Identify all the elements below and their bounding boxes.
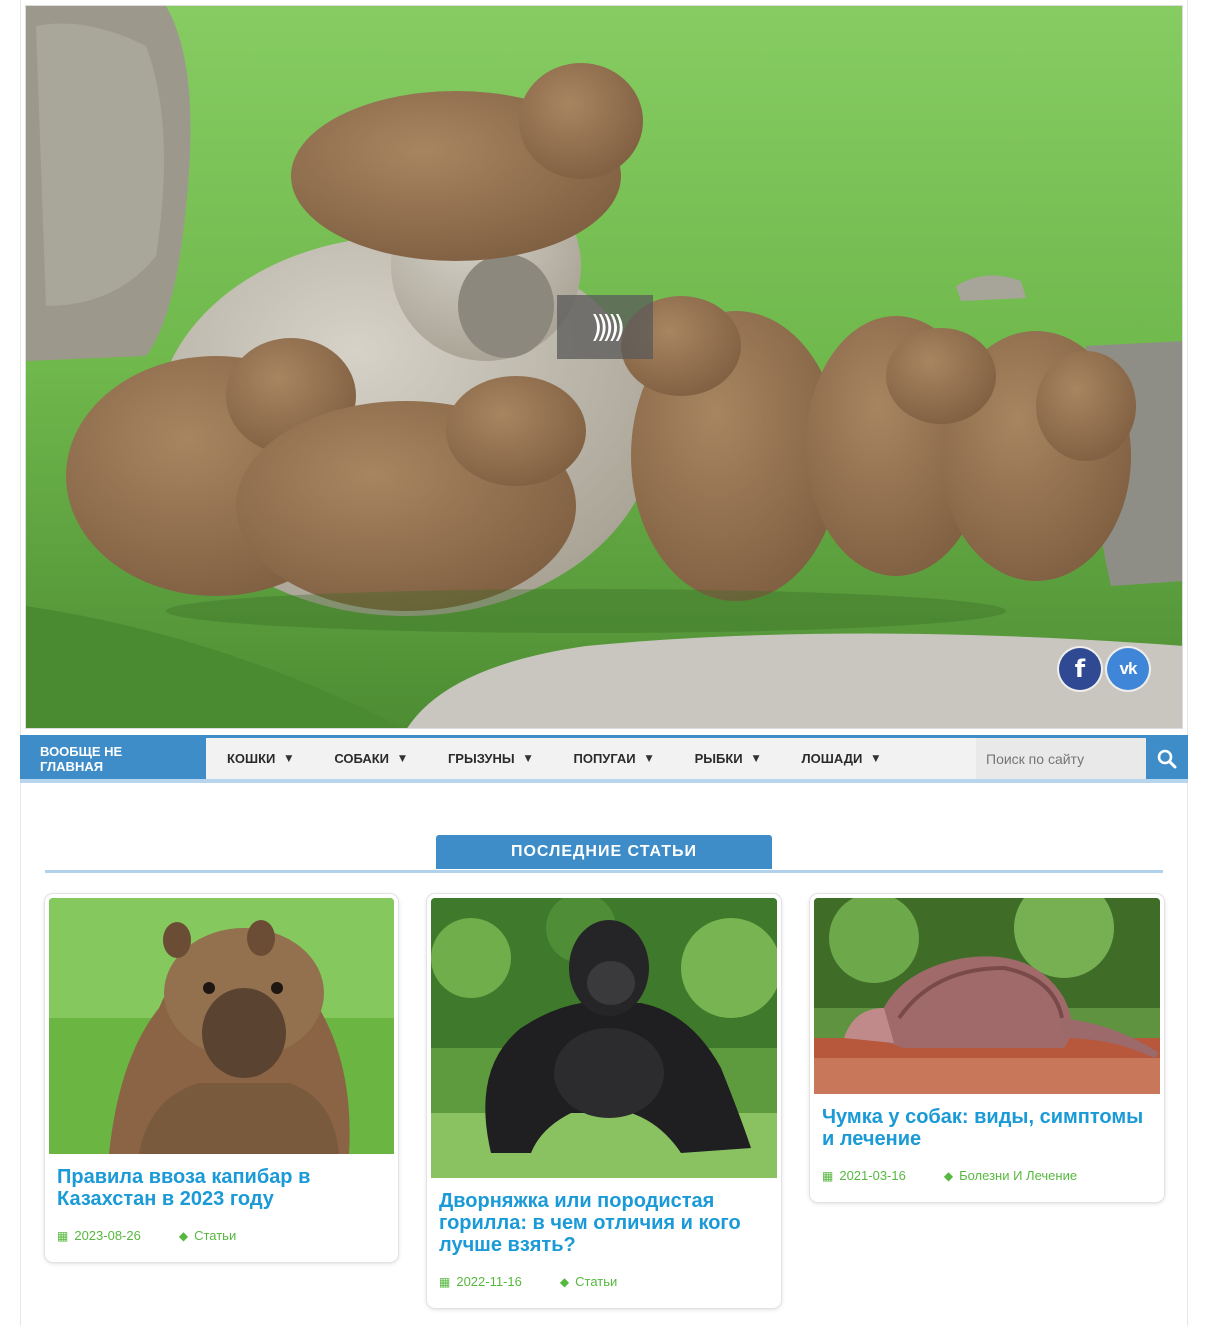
vk-share-button[interactable]: vk bbox=[1107, 648, 1149, 690]
article-date: ▦ 2021-03-16 bbox=[822, 1168, 906, 1183]
hero-play-button[interactable]: ))))) bbox=[557, 295, 653, 359]
article-card[interactable]: Чумка у собак: виды, симптомы и лечение … bbox=[810, 894, 1164, 1202]
article-card[interactable]: Правила ввоза капибар в Казахстан в 2023… bbox=[45, 894, 398, 1262]
nav-item-parrots[interactable]: Попугаи ▼ bbox=[552, 738, 673, 779]
article-title-link[interactable]: Чумка у собак: виды, симптомы и лечение bbox=[814, 1094, 1160, 1150]
nav-item-label: Грызуны bbox=[447, 751, 515, 766]
section-title: Последние статьи bbox=[436, 835, 772, 869]
armadillo-photo[interactable] bbox=[814, 898, 1160, 1094]
category-text[interactable]: Статьи bbox=[575, 1274, 617, 1289]
article-meta: ▦ 2023-08-26 ◆ Статьи bbox=[49, 1228, 244, 1243]
vk-icon: vk bbox=[1119, 659, 1138, 678]
nav-item-rodents[interactable]: Грызуны ▼ bbox=[427, 738, 553, 779]
nav-item-label: Лошади bbox=[801, 751, 863, 766]
article-meta: ▦ 2021-03-16 ◆ Болезни И Лечение bbox=[814, 1168, 1085, 1183]
main-nav: Вообще не главная Кошки ▼ Собаки ▼ Грызу… bbox=[20, 735, 1188, 783]
nav-item-label: Попугаи bbox=[573, 751, 636, 766]
nav-item-fish[interactable]: Рыбки ▼ bbox=[674, 738, 781, 779]
search-button[interactable] bbox=[1146, 738, 1188, 779]
tags-icon: ◆ bbox=[178, 1228, 189, 1243]
tags-icon: ◆ bbox=[943, 1168, 954, 1183]
date-text: 2022-11-16 bbox=[456, 1274, 522, 1289]
search-input[interactable] bbox=[976, 738, 1146, 779]
category-text[interactable]: Болезни И Лечение bbox=[959, 1168, 1077, 1183]
article-category[interactable]: ◆ Статьи bbox=[560, 1274, 617, 1289]
tags-icon: ◆ bbox=[559, 1274, 570, 1289]
search-icon bbox=[1157, 749, 1177, 768]
facebook-icon: f bbox=[1074, 655, 1086, 683]
calendar-icon: ▦ bbox=[57, 1228, 69, 1243]
article-title-link[interactable]: Дворняжка или породистая горилла: в чем … bbox=[431, 1178, 777, 1256]
article-card[interactable]: Дворняжка или породистая горилла: в чем … bbox=[427, 894, 781, 1308]
article-category[interactable]: ◆ Статьи bbox=[179, 1228, 236, 1243]
nav-item-cats[interactable]: Кошки ▼ bbox=[206, 738, 313, 779]
article-meta: ▦ 2022-11-16 ◆ Статьи bbox=[431, 1274, 625, 1289]
caret-down-icon: ▼ bbox=[752, 753, 760, 764]
article-date: ▦ 2022-11-16 bbox=[439, 1274, 522, 1289]
calendar-icon: ▦ bbox=[439, 1274, 451, 1289]
nav-item-label: Собаки bbox=[334, 751, 390, 766]
gorilla-photo[interactable] bbox=[431, 898, 777, 1178]
nav-home-link[interactable]: Вообще не главная bbox=[20, 738, 206, 779]
caret-down-icon: ▼ bbox=[285, 753, 293, 764]
caret-down-icon: ▼ bbox=[872, 753, 880, 764]
nav-item-dogs[interactable]: Собаки ▼ bbox=[313, 738, 427, 779]
article-category[interactable]: ◆ Болезни И Лечение bbox=[944, 1168, 1077, 1183]
nav-item-label: Рыбки bbox=[694, 751, 743, 766]
date-text: 2021-03-16 bbox=[839, 1168, 906, 1183]
article-date: ▦ 2023-08-26 bbox=[57, 1228, 141, 1243]
nav-item-label: Кошки bbox=[227, 751, 276, 766]
section-divider bbox=[45, 870, 1163, 873]
article-title-link[interactable]: Правила ввоза капибар в Казахстан в 2023… bbox=[49, 1154, 394, 1210]
hero-capybaras-image bbox=[26, 6, 1182, 728]
caret-down-icon: ▼ bbox=[645, 753, 653, 764]
category-text[interactable]: Статьи bbox=[194, 1228, 236, 1243]
caret-down-icon: ▼ bbox=[399, 753, 406, 764]
facebook-share-button[interactable]: f bbox=[1059, 648, 1101, 690]
date-text: 2023-08-26 bbox=[74, 1228, 141, 1243]
caret-down-icon: ▼ bbox=[524, 753, 532, 764]
calendar-icon: ▦ bbox=[822, 1168, 834, 1183]
capybara-photo[interactable] bbox=[49, 898, 394, 1154]
hero-banner: ))))) f vk bbox=[25, 5, 1183, 729]
nav-item-horses[interactable]: Лошади ▼ bbox=[781, 738, 901, 779]
